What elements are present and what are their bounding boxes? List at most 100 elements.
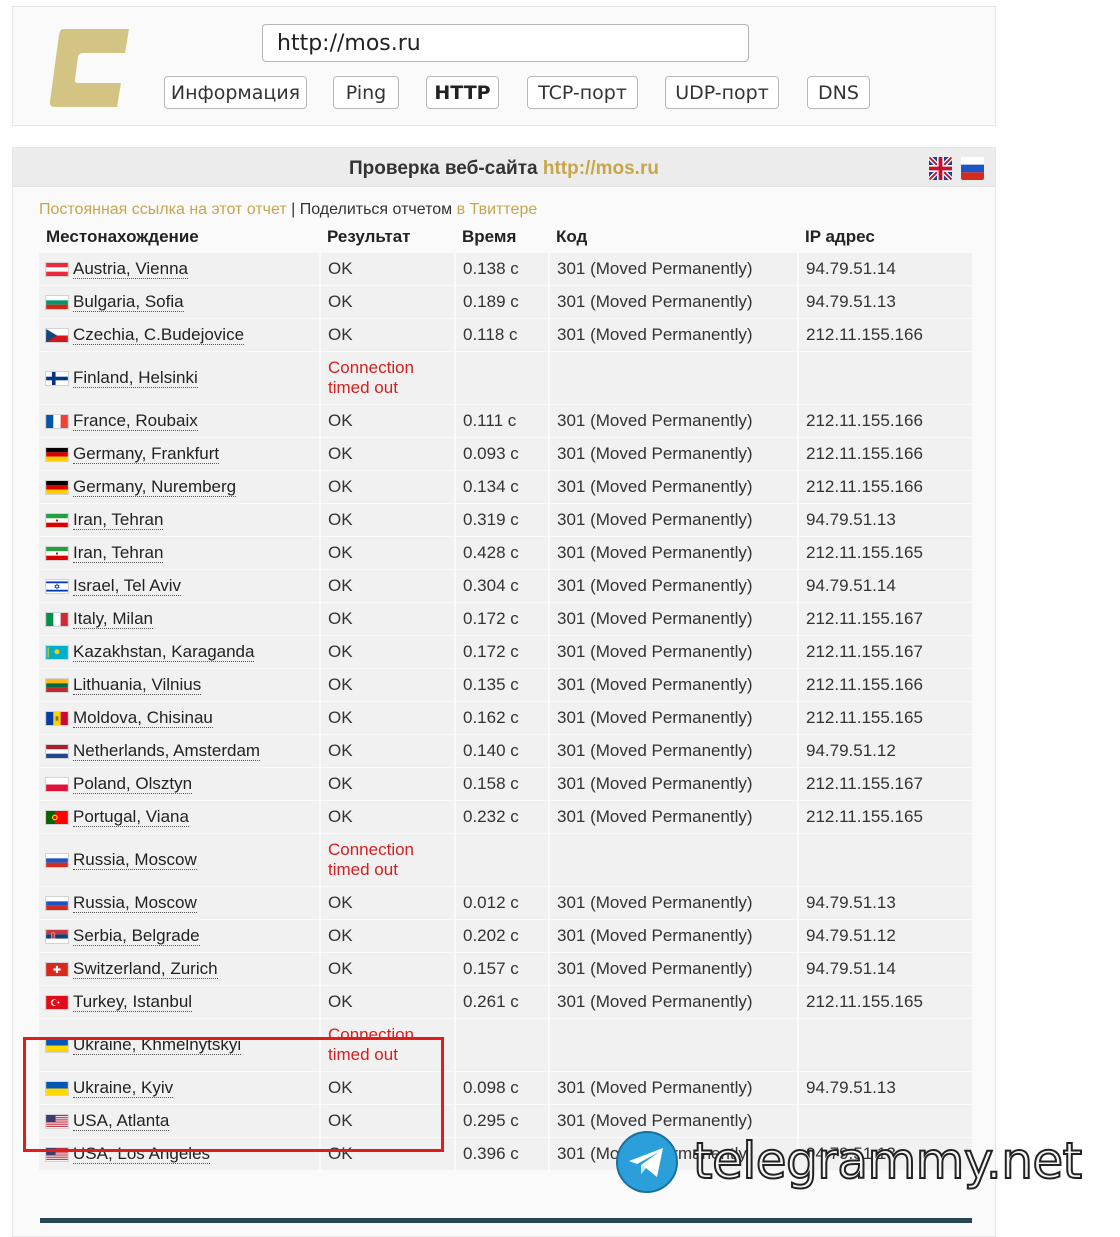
nav-ping-button[interactable]: Ping	[333, 76, 399, 109]
nav-info-button[interactable]: Информация	[164, 76, 307, 109]
code-cell: 301 (Moved Permanently)	[549, 668, 799, 702]
location-cell: Italy, Milan	[39, 602, 321, 636]
ip-cell: 94.79.51.13	[798, 503, 972, 537]
location-cell: Ukraine, Kyiv	[39, 1071, 321, 1105]
location-link[interactable]: Netherlands, Amsterdam	[73, 741, 261, 761]
location-cell: Iran, Tehran	[39, 503, 321, 537]
result-cell: OK	[320, 470, 456, 504]
result-cell: Connection timed out	[320, 1018, 456, 1072]
time-cell	[455, 833, 550, 887]
header-time: Время	[455, 222, 549, 253]
flag-de-icon	[46, 447, 68, 461]
time-cell: 0.140 с	[455, 734, 550, 768]
location-cell: USA, Los Angeles	[39, 1137, 321, 1171]
table-row: Germany, Frankfurt OK 0.093 с 301 (Moved Pe…	[39, 437, 972, 471]
location-link[interactable]: Czechia, C.Budejovice	[73, 325, 245, 345]
site-logo[interactable]	[49, 29, 129, 107]
share-text: Поделиться отчетом	[299, 201, 453, 218]
time-cell: 0.261 с	[455, 985, 550, 1019]
ip-cell: 212.11.155.167	[798, 767, 972, 801]
result-cell: Connection timed out	[320, 351, 456, 405]
location-link[interactable]: Finland, Helsinki	[73, 368, 198, 388]
location-link[interactable]: Iran, Tehran	[73, 543, 164, 563]
location-cell: Iran, Tehran	[39, 536, 321, 570]
code-cell: 301 (Moved Permanently)	[549, 404, 799, 438]
nav-dns-button[interactable]: DNS	[807, 76, 870, 109]
location-link[interactable]: Bulgaria, Sofia	[73, 292, 184, 312]
ip-cell: 212.11.155.166	[798, 470, 972, 504]
table-row: Portugal, Viana OK 0.232 с 301 (Moved Perma…	[39, 800, 972, 834]
time-cell: 0.012 с	[455, 886, 550, 920]
location-link[interactable]: Germany, Frankfurt	[73, 444, 220, 464]
twitter-share-link[interactable]: в Твиттере	[457, 201, 538, 218]
result-cell: OK	[320, 919, 456, 953]
table-row: Iran, Tehran OK 0.319 с 301 (Moved Permanen…	[39, 503, 972, 537]
header-panel: Информация Ping HTTP TCP-порт UDP-порт D…	[12, 6, 996, 126]
result-cell: OK	[320, 285, 456, 319]
report-panel: Проверка веб-сайта http://mos.ru Постоян…	[12, 147, 996, 1237]
location-link[interactable]: Iran, Tehran	[73, 510, 164, 530]
code-cell: 301 (Moved Permanently)	[549, 437, 799, 471]
location-link[interactable]: Austria, Vienna	[73, 259, 188, 279]
location-link[interactable]: Russia, Moscow	[73, 850, 197, 870]
ip-cell: 212.11.155.167	[798, 635, 972, 669]
location-link[interactable]: Germany, Nuremberg	[73, 477, 237, 497]
nav-http-button[interactable]: HTTP	[426, 76, 499, 109]
location-link[interactable]: USA, Los Angeles	[73, 1144, 211, 1164]
table-row: Russia, Moscow Connection timed out	[39, 833, 972, 887]
flag-pt-icon	[46, 810, 68, 824]
location-link[interactable]: Kazakhstan, Karaganda	[73, 642, 255, 662]
table-row: Switzerland, Zurich OK 0.157 с 301 (Moved P…	[39, 952, 972, 986]
location-link[interactable]: Poland, Olsztyn	[73, 774, 193, 794]
code-cell	[549, 833, 799, 887]
ip-cell: 212.11.155.166	[798, 404, 972, 438]
ip-cell: 94.79.51.13	[798, 886, 972, 920]
location-link[interactable]: Turkey, Istanbul	[73, 992, 193, 1012]
result-cell: Connection timed out	[320, 833, 456, 887]
ru-flag-icon[interactable]	[961, 157, 984, 180]
uk-flag-icon[interactable]	[929, 157, 952, 180]
location-link[interactable]: Italy, Milan	[73, 609, 153, 629]
location-cell: Germany, Frankfurt	[39, 437, 321, 471]
nav-tcp-button[interactable]: TCP-порт	[527, 76, 638, 109]
location-link[interactable]: USA, Atlanta	[73, 1111, 170, 1131]
location-link[interactable]: Ukraine, Khmelnytskyi	[73, 1035, 242, 1055]
location-link[interactable]: Serbia, Belgrade	[73, 926, 200, 946]
location-link[interactable]: Portugal, Viana	[73, 807, 189, 827]
table-row: Kazakhstan, Karaganda OK 0.172 с 301 (Moved…	[39, 635, 972, 669]
location-link[interactable]: Moldova, Chisinau	[73, 708, 213, 728]
ip-cell: 94.79.51.14	[798, 952, 972, 986]
location-cell: Turkey, Istanbul	[39, 985, 321, 1019]
ip-cell	[798, 351, 972, 405]
table-row: Germany, Nuremberg OK 0.134 с 301 (Moved Pe…	[39, 470, 972, 504]
time-cell: 0.093 с	[455, 437, 550, 471]
location-link[interactable]: Russia, Moscow	[73, 893, 197, 913]
result-cell: OK	[320, 952, 456, 986]
flag-nl-icon	[46, 744, 68, 758]
page-title-link[interactable]: http://mos.ru	[543, 158, 659, 179]
header-result: Результат	[320, 222, 455, 253]
result-error-line1: Connection	[328, 840, 415, 859]
location-link[interactable]: Switzerland, Zurich	[73, 959, 218, 979]
report-title-bar: Проверка веб-сайта http://mos.ru	[13, 148, 995, 187]
location-link[interactable]: Lithuania, Vilnius	[73, 675, 202, 695]
location-link[interactable]: France, Roubaix	[73, 411, 198, 431]
location-link[interactable]: Ukraine, Kyiv	[73, 1078, 174, 1098]
result-cell: OK	[320, 701, 456, 735]
location-cell: Lithuania, Vilnius	[39, 668, 321, 702]
permalink-link[interactable]: Постоянная ссылка на этот отчет	[39, 201, 287, 218]
table-row: Czechia, C.Budejovice OK 0.118 с 301 (Moved…	[39, 318, 972, 352]
table-row: Israel, Tel Aviv OK 0.304 с 301 (Moved Perm…	[39, 569, 972, 603]
table-row: Turkey, Istanbul OK 0.261 с 301 (Moved Perm…	[39, 985, 972, 1019]
time-cell: 0.138 с	[455, 252, 550, 286]
ip-cell: 212.11.155.165	[798, 701, 972, 735]
location-link[interactable]: Israel, Tel Aviv	[73, 576, 182, 596]
url-input[interactable]	[262, 24, 749, 62]
result-cell: OK	[320, 800, 456, 834]
flag-il-icon	[46, 579, 68, 593]
flag-rs-icon	[46, 929, 68, 943]
ip-cell: 94.79.51.14	[798, 569, 972, 603]
nav-udp-button[interactable]: UDP-порт	[665, 76, 779, 109]
flag-bg-icon	[46, 295, 68, 309]
flag-kz-icon	[46, 645, 68, 659]
